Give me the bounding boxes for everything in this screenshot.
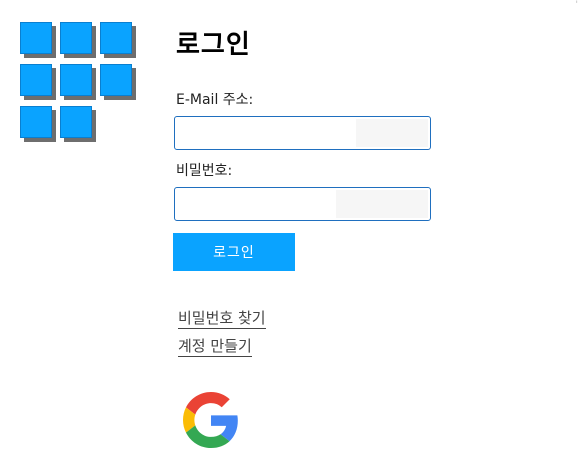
- corner-mark: ': [575, 0, 578, 10]
- password-label: 비밀번호:: [176, 163, 233, 179]
- email-field[interactable]: [174, 116, 431, 150]
- email-label: E-Mail 주소:: [176, 92, 254, 108]
- google-icon[interactable]: [183, 392, 239, 448]
- create-account-link[interactable]: 계정 만들기: [178, 337, 252, 357]
- password-field[interactable]: [174, 187, 431, 221]
- find-password-link[interactable]: 비밀번호 찾기: [178, 309, 266, 329]
- login-button[interactable]: 로그인: [173, 233, 295, 271]
- login-page: 로그인 E-Mail 주소: 비밀번호: 로그인 비밀번호 찾기 계정 만들기 …: [0, 0, 580, 476]
- app-logo-icon: [20, 22, 140, 147]
- page-title: 로그인: [176, 30, 251, 60]
